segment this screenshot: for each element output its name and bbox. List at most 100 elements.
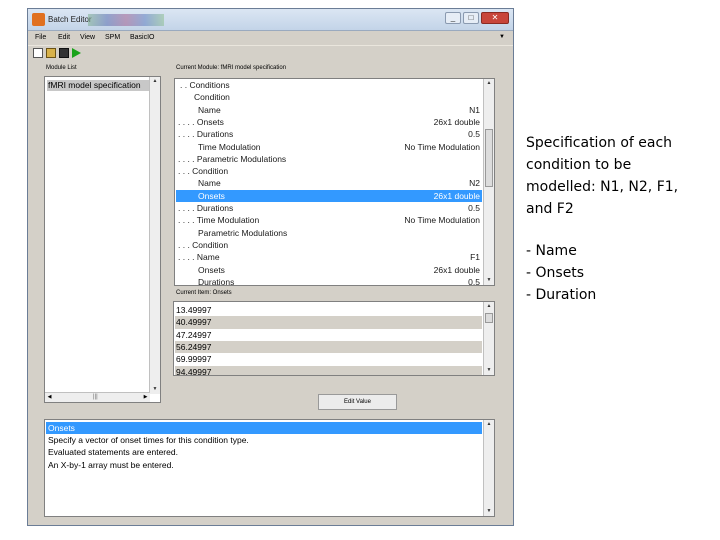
minimize-button[interactable]: _ xyxy=(445,12,461,24)
scroll-left-icon[interactable]: ◀ xyxy=(45,393,54,402)
tree-row-label: . . . . Durations xyxy=(178,203,234,213)
scroll-thumb[interactable] xyxy=(485,129,493,187)
annotation-line: modelled: N1, N2, F1, xyxy=(526,179,679,195)
scroll-down-icon[interactable]: ▼ xyxy=(150,385,160,394)
annotation-list-item: - Name xyxy=(526,243,577,259)
tree-row-label: Parametric Modulations xyxy=(198,227,288,238)
run-icon[interactable] xyxy=(72,48,81,58)
module-list-header: Module List xyxy=(46,65,77,71)
close-button[interactable]: ✕ xyxy=(481,12,509,24)
menu-view[interactable]: View xyxy=(80,34,95,41)
current-module-header: Current Module: fMRI model specification xyxy=(176,65,287,71)
module-tree-row[interactable]: . . . . Name F1 xyxy=(176,251,482,263)
new-icon[interactable] xyxy=(33,48,43,58)
onset-value-row[interactable]: 69.99997 xyxy=(175,353,482,366)
module-tree-row[interactable]: Durations 0.5 xyxy=(176,276,482,286)
module-tree-row[interactable]: Onsets 26x1 double xyxy=(176,189,482,202)
scroll-up-icon[interactable]: ▲ xyxy=(150,77,160,86)
tree-row-value: 0.5 xyxy=(468,276,480,286)
scroll-up-icon[interactable]: ▲ xyxy=(484,302,494,311)
menu-bar: File Edit View SPM BasicIO ▼ xyxy=(28,31,513,44)
scroll-thumb[interactable] xyxy=(485,313,493,323)
module-tree-row[interactable]: . . . Condition xyxy=(176,239,482,251)
annotation-list-item: - Onsets xyxy=(526,265,585,281)
module-tree-row[interactable]: Name N1 xyxy=(176,104,482,116)
onset-value-row[interactable]: 56.24997 xyxy=(175,340,482,354)
tree-row-value: No Time Modulation xyxy=(404,141,480,152)
help-title: Onsets xyxy=(46,422,482,434)
module-tree-row[interactable]: Onsets 26x1 double xyxy=(176,264,482,276)
onset-value-row[interactable]: 47.24997 xyxy=(175,328,482,341)
onset-value-row[interactable]: 13.49997 xyxy=(175,304,482,317)
annotation-line: condition to be xyxy=(526,157,632,173)
help-text-line: Specify a vector of onset times for this… xyxy=(48,435,249,446)
onset-value-row[interactable]: 40.49997 xyxy=(175,316,482,329)
module-tree-row[interactable]: . . . . Parametric Modulations xyxy=(176,153,482,165)
current-module-vscroll[interactable]: ▲ ▼ xyxy=(483,79,494,285)
scroll-grip-icon[interactable]: ||| xyxy=(93,394,98,400)
annotation-list-item: - Duration xyxy=(526,287,597,303)
scroll-down-icon[interactable]: ▼ xyxy=(484,366,494,375)
scroll-up-icon[interactable]: ▲ xyxy=(484,420,494,429)
scroll-down-icon[interactable]: ▼ xyxy=(484,276,494,285)
help-panel: Onsets Specify a vector of onset times fo… xyxy=(44,419,495,517)
menu-file[interactable]: File xyxy=(35,34,46,41)
tree-row-label: . . . . Time Modulation xyxy=(178,215,260,226)
current-item-vscroll[interactable]: ▲ ▼ xyxy=(483,302,494,375)
tree-row-label: . . . Condition xyxy=(178,166,229,177)
module-tree-row[interactable]: . . . . Durations 0.5 xyxy=(176,128,482,140)
tree-row-value: 0.5 xyxy=(468,203,480,213)
annotation-line: and F2 xyxy=(526,201,574,217)
tree-row-value: N2 xyxy=(469,178,480,189)
module-tree-row[interactable]: . . Conditions xyxy=(176,79,482,91)
title-decoration xyxy=(88,14,164,26)
open-icon[interactable] xyxy=(46,48,56,58)
tree-row-label: Condition xyxy=(194,92,230,103)
module-tree-row[interactable]: . . . . Time Modulation No Time Modulatio… xyxy=(176,214,482,226)
module-tree-row[interactable]: Name N2 xyxy=(176,177,482,189)
menu-basicio[interactable]: BasicIO xyxy=(130,34,155,41)
module-tree-row[interactable]: Parametric Modulations xyxy=(176,227,482,239)
batch-editor-window: Batch Editor _ □ ✕ File Edit View SPM Ba… xyxy=(27,8,514,526)
tree-row-label: Time Modulation xyxy=(198,141,261,152)
tree-row-value: F1 xyxy=(470,252,480,263)
tree-row-label: . . . Condition xyxy=(178,239,229,250)
menu-edit[interactable]: Edit xyxy=(58,34,70,41)
module-tree-row[interactable]: . . . Condition xyxy=(176,165,482,177)
current-module-list[interactable]: . . Conditions Condition Name N1. . . . Ons… xyxy=(174,78,495,286)
module-tree-row[interactable]: Time Modulation No Time Modulation xyxy=(176,141,482,153)
module-list-vscroll[interactable]: ▲ ▼ xyxy=(149,77,160,394)
menu-spm[interactable]: SPM xyxy=(105,34,120,41)
tree-row-label: . . Conditions xyxy=(180,80,230,90)
module-tree-row[interactable]: . . . . Onsets 26x1 double xyxy=(176,116,482,128)
title-bar: Batch Editor _ □ ✕ xyxy=(28,9,513,31)
module-item[interactable]: fMRI model specification xyxy=(47,80,158,91)
tree-row-label: . . . . Onsets xyxy=(178,116,224,127)
module-tree-row[interactable]: . . . . Durations 0.5 xyxy=(176,202,482,214)
window-title: Batch Editor xyxy=(48,15,92,24)
annotation-line: Specification of each xyxy=(526,135,673,151)
scroll-right-icon[interactable]: ▶ xyxy=(141,393,150,402)
current-item-values[interactable]: 13.49997 40.49997 47.24997 56.24997 69.99997… xyxy=(173,301,495,376)
current-item-header: Current Item: Onsets xyxy=(176,290,232,296)
scroll-down-icon[interactable]: ▼ xyxy=(484,507,494,516)
save-icon[interactable] xyxy=(59,48,69,58)
tree-row-label: Name xyxy=(198,178,221,189)
help-text-line: Evaluated statements are entered. xyxy=(48,447,178,458)
tree-row-label: . . . . Name xyxy=(178,252,220,263)
onset-value-row[interactable]: 94.49997 xyxy=(175,365,482,375)
tree-row-value: 26x1 double xyxy=(433,190,480,201)
toolbar xyxy=(28,45,513,59)
scroll-up-icon[interactable]: ▲ xyxy=(484,79,494,88)
help-vscroll[interactable]: ▲ ▼ xyxy=(483,420,494,516)
maximize-button[interactable]: □ xyxy=(463,12,479,24)
module-list[interactable]: fMRI model specification ▲ ▼ ◀ ||| ▶ xyxy=(44,76,161,403)
chevron-down-icon[interactable]: ▼ xyxy=(499,34,505,40)
matlab-icon xyxy=(32,13,45,26)
edit-value-button[interactable]: Edit Value xyxy=(318,394,397,410)
tree-row-label: Name xyxy=(198,104,221,115)
tree-row-label: Durations xyxy=(198,276,235,286)
module-list-hscroll[interactable]: ◀ ||| ▶ xyxy=(45,392,150,402)
module-tree-row[interactable]: Condition xyxy=(176,91,482,103)
tree-row-label: . . . . Parametric Modulations xyxy=(178,153,287,164)
